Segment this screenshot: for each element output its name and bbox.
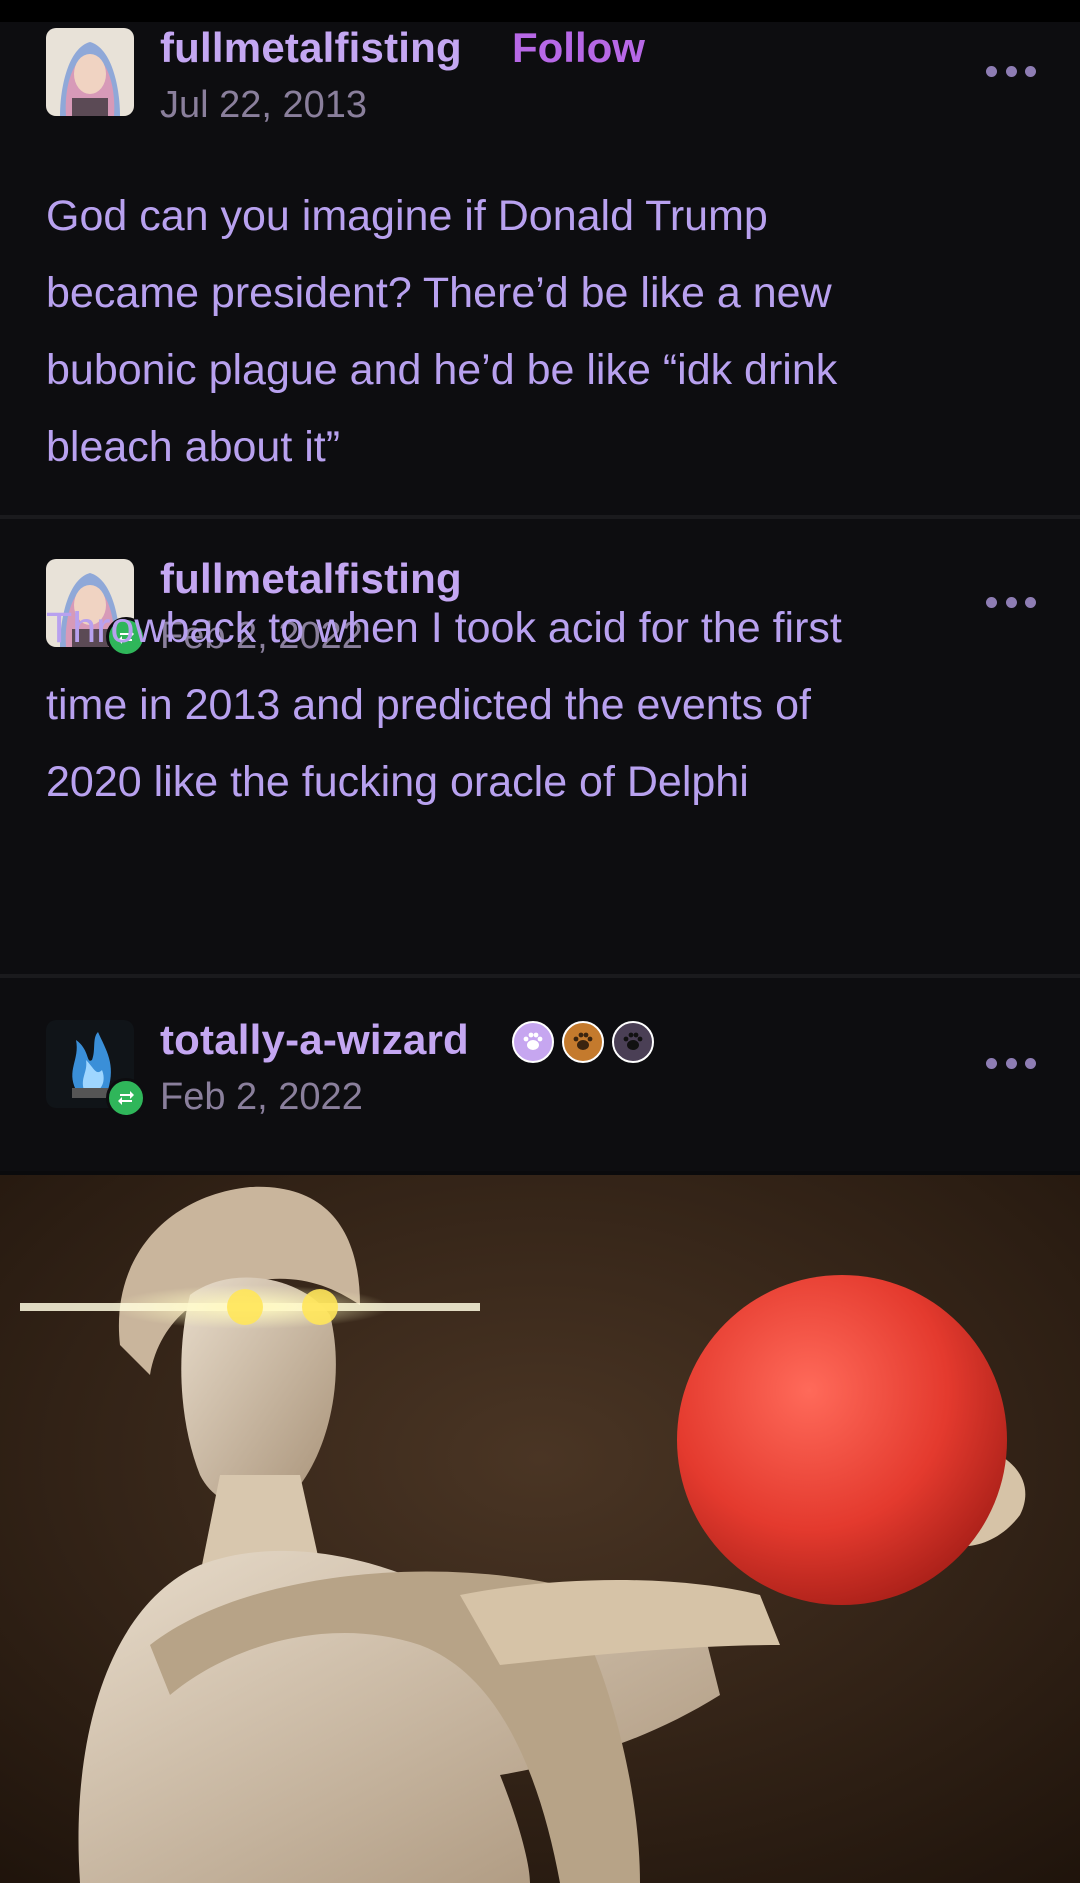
user-badges [512, 1021, 654, 1063]
paw-badge-icon [512, 1021, 554, 1063]
post-body-line: God can you imagine if Donald Trump [46, 192, 768, 240]
post-body-line: 2020 like the fucking oracle of Delphi [46, 758, 749, 806]
more-options-icon[interactable] [986, 1055, 1036, 1071]
paw-badge-icon [562, 1021, 604, 1063]
post-date: Jul 22, 2013 [160, 84, 368, 126]
post-image[interactable] [0, 1175, 1080, 1883]
post-body-line: bleach about it” [46, 423, 341, 471]
post-body-line: bubonic plague and he’d be like “idk dri… [46, 346, 838, 394]
post-body-line: time in 2013 and predicted the events of [46, 681, 811, 729]
post-username[interactable]: totally-a-wizard [160, 1016, 469, 1064]
post-body-line: Throwback to when I took acid for the fi… [46, 604, 842, 652]
post-body-line: became president? There’d be like a new [46, 269, 832, 317]
post-original: fullmetalfisting Follow Jul 22, 2013 God… [0, 22, 1080, 515]
paw-badge-icon [612, 1021, 654, 1063]
reblog-icon [106, 1078, 146, 1118]
post-body-text: Throwback to when I took acid for the fi… [46, 590, 1036, 821]
post-reblog-image: totally-a-wizard Feb 2, 2022 [0, 978, 1080, 1171]
status-bar [0, 0, 1080, 22]
follow-button[interactable]: Follow [512, 24, 645, 72]
more-options-icon[interactable] [986, 63, 1036, 79]
post-username[interactable]: fullmetalfisting [160, 24, 462, 72]
post-body: God can you imagine if Donald Trump beca… [46, 178, 1036, 486]
avatar[interactable] [46, 28, 134, 116]
post-reblog: fullmetalfisting Feb 2, 2022 Throwback t… [0, 519, 1080, 974]
post-date: Feb 2, 2022 [160, 1076, 363, 1118]
